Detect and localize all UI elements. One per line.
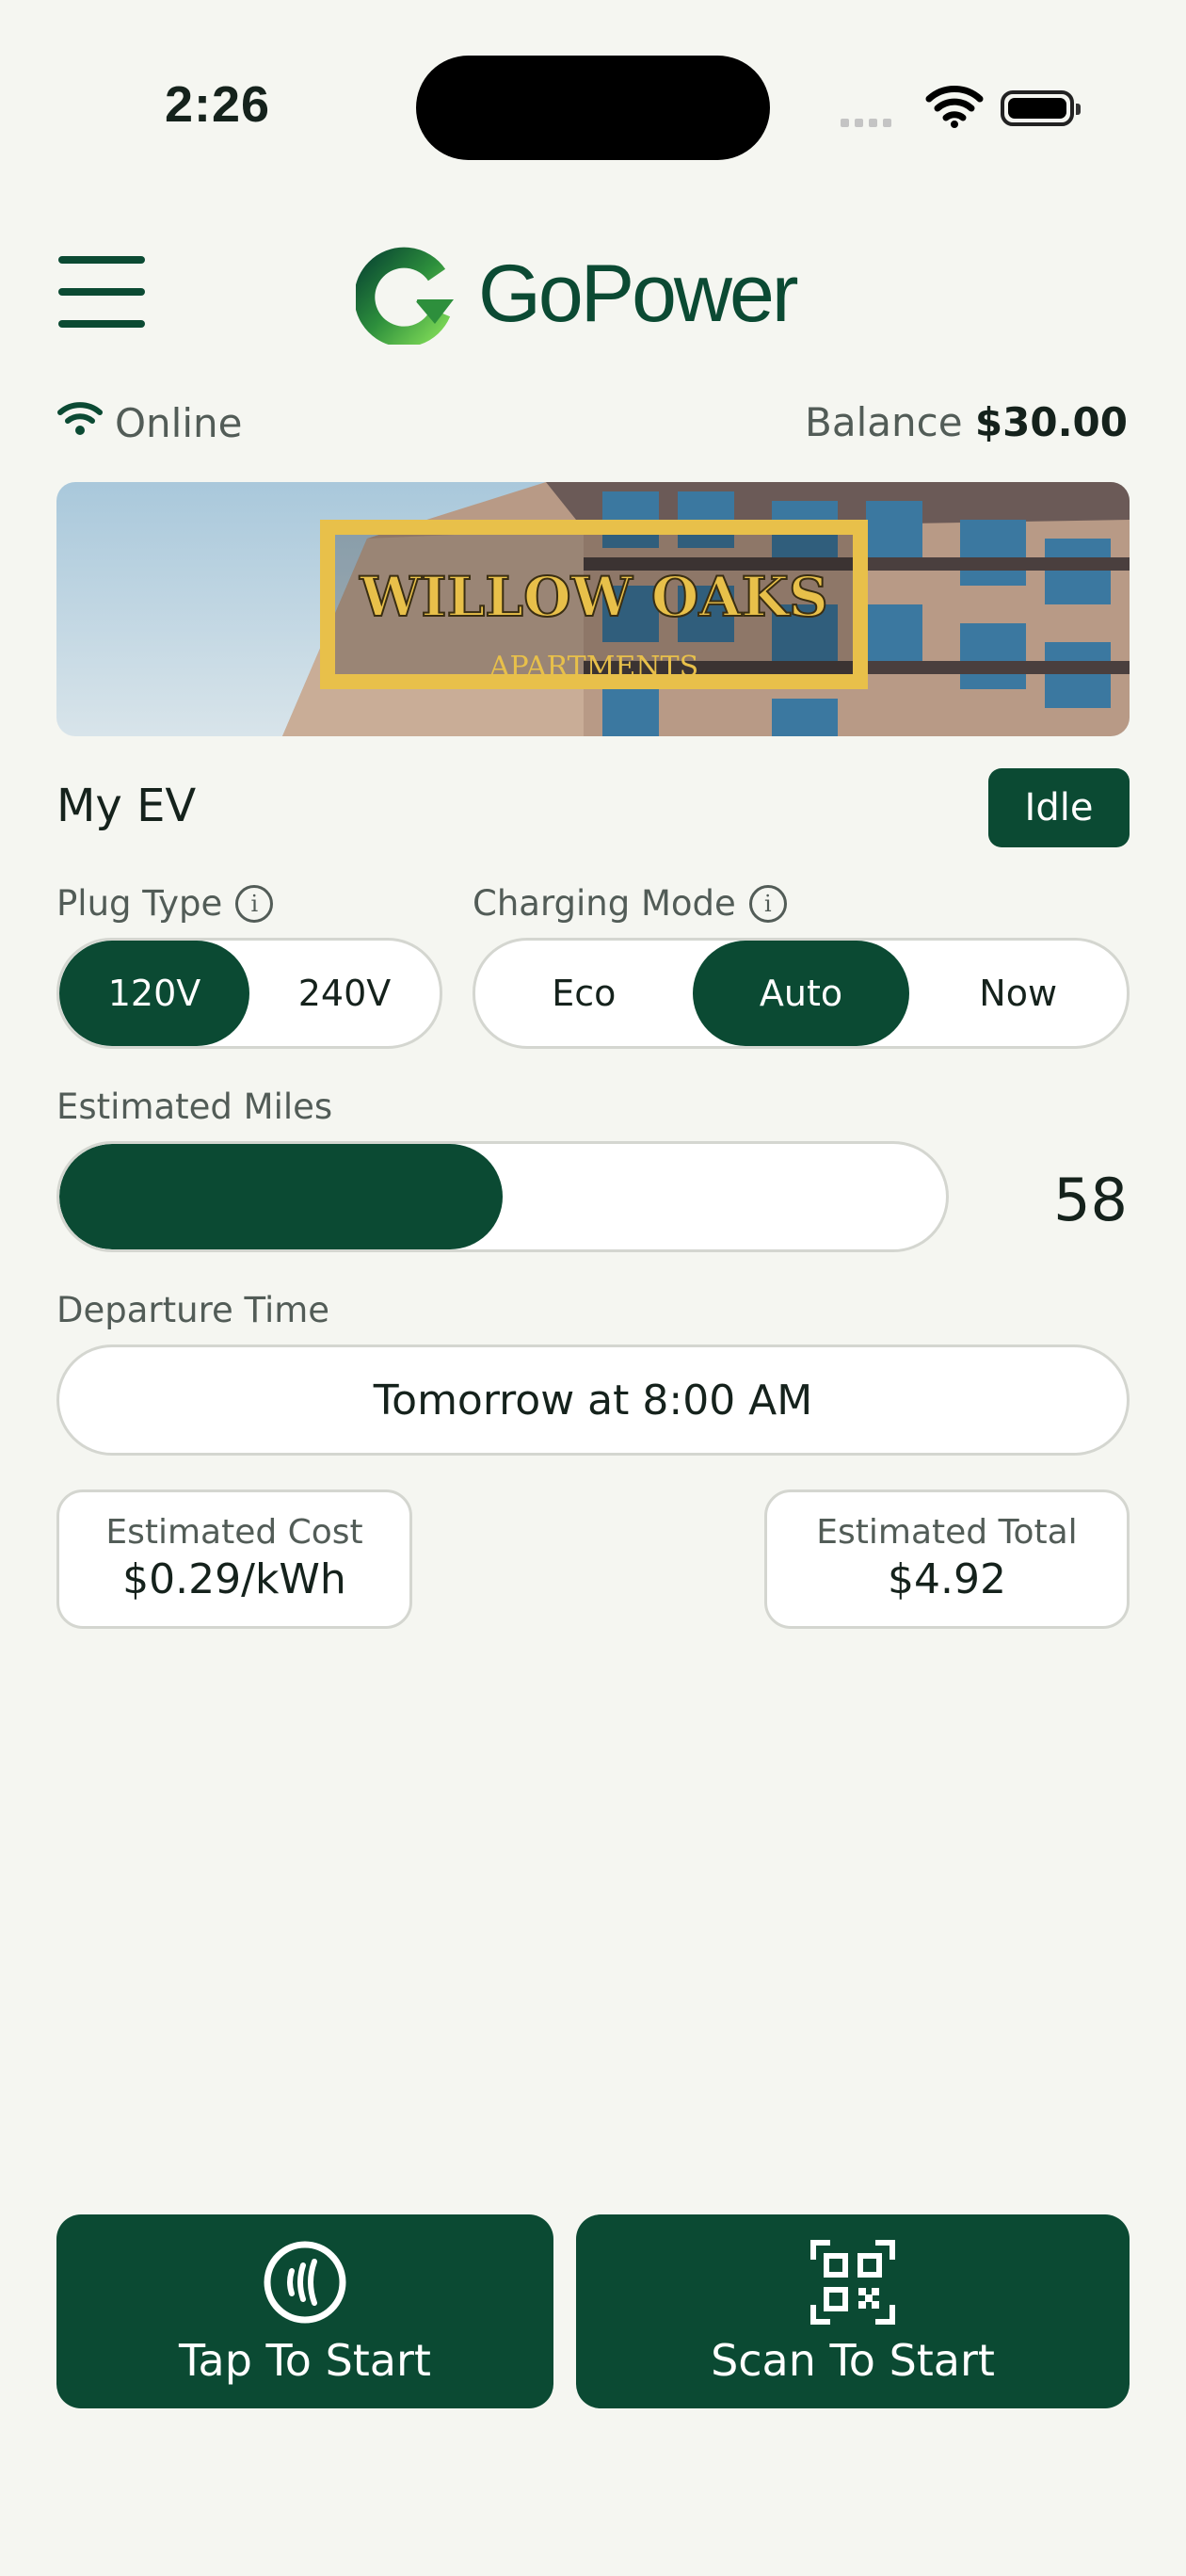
gopower-logo-icon — [354, 247, 457, 348]
estimated-miles-fill[interactable] — [59, 1144, 503, 1249]
cellular-signal-icon — [841, 113, 897, 131]
brand-name: GoPower — [478, 249, 798, 339]
estimated-miles-value: 58 — [1053, 1166, 1128, 1234]
status-time: 2:26 — [165, 76, 271, 133]
estimated-total-label: Estimated Total — [816, 1513, 1078, 1552]
charging-mode-selector: Eco Auto Now — [473, 938, 1130, 1049]
scan-to-start-label: Scan To Start — [711, 2335, 995, 2386]
estimated-miles-label: Estimated Miles — [56, 1087, 333, 1127]
plug-type-option-120v[interactable]: 120V — [59, 941, 249, 1046]
charging-mode-option-eco[interactable]: Eco — [475, 941, 693, 1046]
wifi-icon — [925, 83, 984, 132]
plug-type-option-240v[interactable]: 240V — [249, 941, 440, 1046]
location-banner: WILLOW OAKS APARTMENTS — [56, 482, 1130, 736]
dynamic-island — [416, 56, 770, 160]
charging-mode-option-now[interactable]: Now — [909, 941, 1127, 1046]
wifi-icon — [56, 399, 104, 446]
tap-to-start-label: Tap To Start — [179, 2335, 431, 2386]
plug-type-label: Plug Type — [56, 883, 223, 924]
balance: Balance $30.00 — [805, 399, 1128, 445]
charging-mode-label-row: Charging Mode i — [473, 883, 787, 924]
plug-type-selector: 120V 240V — [56, 938, 442, 1049]
connection-status: Online — [56, 399, 242, 446]
menu-icon[interactable] — [58, 256, 145, 328]
estimated-cost-label: Estimated Cost — [105, 1513, 363, 1552]
info-icon[interactable]: i — [748, 884, 787, 923]
estimated-cost-value: $0.29/kWh — [122, 1555, 346, 1603]
info-icon[interactable]: i — [235, 884, 274, 923]
nfc-tap-icon — [262, 2239, 348, 2329]
tap-to-start-button[interactable]: Tap To Start — [56, 2214, 553, 2408]
scan-to-start-button[interactable]: Scan To Start — [576, 2214, 1130, 2408]
vehicle-name: My EV — [56, 780, 197, 832]
plug-type-label-row: Plug Type i — [56, 883, 274, 924]
estimated-total-card: Estimated Total $4.92 — [764, 1489, 1130, 1629]
charging-mode-label: Charging Mode — [473, 883, 736, 924]
battery-icon — [1001, 90, 1081, 126]
balance-value: $30.00 — [974, 399, 1128, 445]
estimated-total-value: $4.92 — [888, 1555, 1006, 1603]
banner-subtitle: APARTMENTS — [489, 651, 698, 684]
status-badge: Idle — [988, 768, 1130, 847]
balance-label: Balance — [805, 399, 963, 445]
estimated-miles-slider[interactable] — [56, 1141, 949, 1252]
banner-title: WILLOW OAKS — [359, 565, 828, 629]
estimated-cost-card: Estimated Cost $0.29/kWh — [56, 1489, 412, 1629]
connection-label: Online — [115, 399, 243, 446]
departure-time-label: Departure Time — [56, 1290, 330, 1330]
qr-code-icon — [809, 2239, 896, 2329]
departure-time-field[interactable]: Tomorrow at 8:00 AM — [56, 1344, 1130, 1456]
charging-mode-option-auto[interactable]: Auto — [692, 941, 910, 1046]
